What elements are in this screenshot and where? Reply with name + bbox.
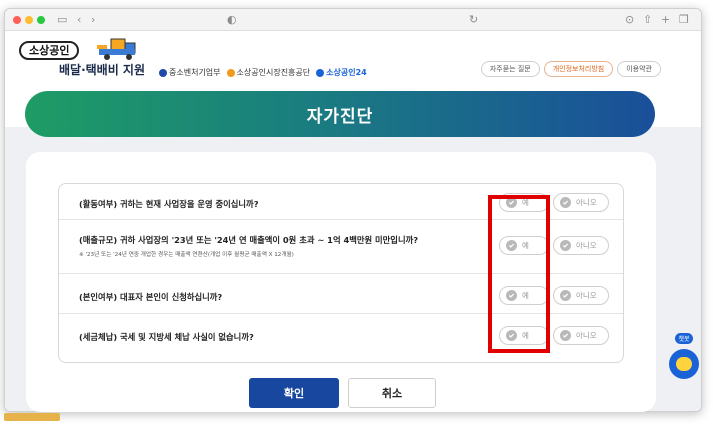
logo-title: 배달·택배비 지원 — [59, 63, 146, 77]
close-window-button[interactable] — [13, 16, 21, 24]
yes-column-highlight — [488, 195, 550, 353]
browser-toolbar: ▭ ‹ › ◐ ↻ ⊙ ⇧ + ❐ — [5, 9, 701, 31]
confirm-button[interactable]: 확인 — [249, 378, 339, 408]
privacy-shield-icon[interactable]: ◐ — [227, 12, 237, 28]
share-icon[interactable]: ⇧ — [643, 12, 652, 28]
back-icon[interactable]: ‹ — [77, 12, 81, 28]
question-text: (세금체납) 국세 및 지방세 체납 사실이 없습니까? — [79, 332, 254, 342]
chatbot-widget[interactable]: 챗봇 — [669, 326, 699, 379]
check-circle-icon — [560, 240, 571, 251]
chatbot-label: 챗봇 — [675, 333, 693, 344]
chatbot-face-icon — [676, 357, 692, 371]
question-text: (본인여부) 대표자 본인이 신청하십니까? — [79, 292, 223, 302]
question-text: (매출규모) 귀하 사업장의 '23년 또는 '24년 연 매출액이 0원 초과… — [79, 235, 419, 245]
no-label: 아니오 — [576, 331, 597, 340]
partner-logo: 소상공인24 — [316, 67, 367, 78]
zoom-window-button[interactable] — [37, 16, 45, 24]
sidebar-icon[interactable]: ▭ — [57, 12, 67, 28]
site-logo[interactable]: 소상공인 배달·택배비 지원 — [19, 38, 145, 77]
top-links: 자주묻는 질문 개인정보처리방침 이용약관 — [480, 61, 661, 77]
mss-emblem-icon — [159, 68, 167, 77]
check-circle-icon — [560, 197, 571, 208]
no-option[interactable]: 아니오 — [553, 236, 609, 255]
no-option[interactable]: 아니오 — [553, 193, 609, 212]
no-label: 아니오 — [576, 198, 597, 207]
logo-badge: 소상공인 — [19, 41, 80, 60]
site-header: 소상공인 배달·택배비 지원 중소벤처기업부 소상공인시장진흥공단 소상공인24… — [5, 31, 701, 89]
question-note: ※ '23년 또는 '24년 연중 개업한 경우는 매출액 연환산(개업 이후 … — [79, 252, 294, 258]
no-label: 아니오 — [576, 291, 597, 300]
privacy-policy-link[interactable]: 개인정보처리방침 — [543, 61, 614, 77]
terms-link[interactable]: 이용약관 — [617, 61, 661, 77]
truck-icon — [97, 38, 136, 60]
partner-logo: 소상공인시장진흥공단 — [226, 67, 311, 78]
check-circle-icon — [560, 330, 571, 341]
reload-icon[interactable]: ↻ — [469, 12, 478, 28]
no-label: 아니오 — [576, 241, 597, 250]
downloads-icon[interactable]: ⊙ — [625, 12, 634, 28]
status-tag — [4, 413, 60, 421]
sbiz24-logo-icon — [316, 68, 325, 77]
cancel-button[interactable]: 취소 — [348, 378, 436, 408]
no-option[interactable]: 아니오 — [553, 286, 609, 305]
partner-name: 소상공인24 — [326, 68, 367, 77]
forward-icon[interactable]: › — [91, 12, 95, 28]
chatbot-icon[interactable] — [669, 349, 699, 379]
semas-logo-icon — [226, 68, 235, 77]
check-circle-icon — [560, 290, 571, 301]
minimize-window-button[interactable] — [25, 16, 33, 24]
partner-logo: 중소벤처기업부 — [159, 67, 221, 78]
partner-name: 소상공인시장진흥공단 — [236, 68, 311, 77]
partner-logos: 중소벤처기업부 소상공인시장진흥공단 소상공인24 — [159, 67, 367, 78]
tabs-overview-icon[interactable]: ❐ — [679, 12, 689, 28]
faq-link[interactable]: 자주묻는 질문 — [480, 61, 540, 77]
page-banner: 자가진단 — [25, 91, 655, 137]
no-option[interactable]: 아니오 — [553, 326, 609, 345]
new-tab-icon[interactable]: + — [661, 12, 670, 28]
question-text: (활동여부) 귀하는 현재 사업장을 운영 중이십니까? — [79, 199, 259, 209]
partner-name: 중소벤처기업부 — [169, 68, 221, 77]
page-title: 자가진단 — [306, 106, 374, 127]
